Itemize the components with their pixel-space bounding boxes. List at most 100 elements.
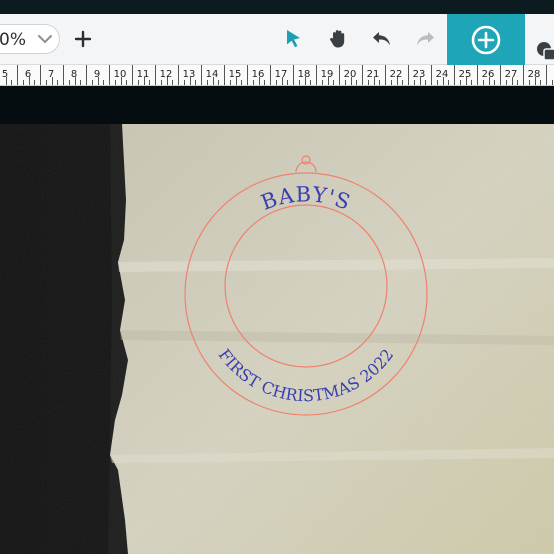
ruler-tick <box>356 80 358 85</box>
ruler-tick <box>22 80 24 85</box>
ruler-tick <box>350 77 352 85</box>
redo-icon[interactable] <box>413 27 437 51</box>
ruler-tick <box>465 77 467 85</box>
ruler-tick <box>477 65 478 85</box>
ruler-tick <box>448 80 450 85</box>
ruler-tick <box>40 65 41 85</box>
ruler-tick <box>298 80 300 85</box>
pan-hand-icon[interactable] <box>326 27 350 51</box>
ruler-tick <box>218 80 220 85</box>
ruler-tick <box>51 77 53 85</box>
ruler-tick <box>109 65 110 85</box>
ruler-tick <box>436 80 438 85</box>
ruler-tick <box>57 80 59 85</box>
ruler-tick <box>454 65 455 85</box>
ruler-tick <box>528 80 530 85</box>
ruler-tick <box>408 65 409 85</box>
ruler-tick <box>74 77 76 85</box>
ruler-tick <box>247 65 248 85</box>
horizontal-ruler: 5 6 7 8 9 10 11 12 13 14 15 16 17 18 19 20 21 22 23 24 25 26 2… <box>0 65 554 86</box>
canvas-dark-area <box>0 86 554 124</box>
ruler-tick <box>367 80 369 85</box>
ruler-tick <box>229 80 231 85</box>
ruler-tick <box>551 80 553 85</box>
ruler-tick <box>126 80 128 85</box>
zoom-select[interactable]: 0% <box>0 24 60 54</box>
ruler-tick <box>235 77 237 85</box>
ruler-tick <box>103 80 105 85</box>
ruler-tick <box>201 65 202 85</box>
ruler-tick <box>505 80 507 85</box>
ruler-tick <box>189 77 191 85</box>
ruler-tick <box>327 77 329 85</box>
ruler-tick <box>488 77 490 85</box>
ruler-tick <box>373 77 375 85</box>
ruler-tick <box>5 77 7 85</box>
ruler-tick <box>523 65 524 85</box>
ruler-tick <box>517 80 519 85</box>
ruler-tick <box>402 80 404 85</box>
ruler-tick <box>212 77 214 85</box>
ruler-tick <box>63 65 64 85</box>
ruler-tick <box>390 80 392 85</box>
ruler-tick <box>17 65 18 85</box>
ruler-tick <box>425 80 427 85</box>
select-pointer-icon[interactable] <box>282 27 306 51</box>
ruler-tick <box>86 65 87 85</box>
ruler-tick <box>183 80 185 85</box>
ruler-tick <box>166 77 168 85</box>
ruler-tick <box>494 80 496 85</box>
ruler-tick <box>534 77 536 85</box>
ruler-tick <box>178 65 179 85</box>
ruler-tick <box>120 77 122 85</box>
ruler-tick <box>482 80 484 85</box>
ruler-tick <box>258 77 260 85</box>
ruler-tick <box>339 65 340 85</box>
ruler-tick <box>511 77 513 85</box>
ruler-tick <box>333 80 335 85</box>
ruler-tick <box>195 80 197 85</box>
ruler-tick <box>206 80 208 85</box>
ruler-tick <box>137 80 139 85</box>
undo-icon[interactable] <box>370 27 394 51</box>
ruler-tick <box>80 80 82 85</box>
add-shape-button[interactable] <box>447 14 525 68</box>
ruler-tick <box>546 65 547 85</box>
ruler-tick <box>149 80 151 85</box>
ruler-tick <box>172 80 174 85</box>
ruler-tick <box>91 80 93 85</box>
ruler-tick <box>132 65 133 85</box>
ruler-tick <box>160 80 162 85</box>
ruler-tick <box>431 65 432 85</box>
ruler-tick <box>28 77 30 85</box>
ruler-tick <box>155 65 156 85</box>
canvas-image: BABY'S FIRST CHRISTMAS 2022 <box>0 124 554 554</box>
ruler-tick <box>114 80 116 85</box>
ruler-tick <box>68 80 70 85</box>
ruler-tick <box>385 65 386 85</box>
ruler-tick <box>500 65 501 85</box>
canvas-photo[interactable]: BABY'S FIRST CHRISTMAS 2022 <box>0 124 554 554</box>
ruler-tick <box>413 80 415 85</box>
ruler-tick <box>459 80 461 85</box>
ruler-tick <box>275 80 277 85</box>
ruler-tick <box>241 80 243 85</box>
ruler-tick <box>321 80 323 85</box>
layers-icon[interactable] <box>535 40 554 62</box>
zoom-value: 0% <box>0 30 26 50</box>
ruler-tick <box>304 77 306 85</box>
ruler-tick <box>97 77 99 85</box>
ruler-tick <box>471 80 473 85</box>
ruler-tick <box>442 77 444 85</box>
ruler-tick <box>252 80 254 85</box>
window-top-strip <box>0 0 554 14</box>
ruler-tick <box>362 65 363 85</box>
ruler-tick <box>287 80 289 85</box>
ruler-tick <box>310 80 312 85</box>
plus-icon[interactable] <box>72 28 94 50</box>
ruler-tick <box>270 65 271 85</box>
ruler-tick <box>344 80 346 85</box>
ruler-tick <box>379 80 381 85</box>
ruler-tick <box>293 65 294 85</box>
plus-circle-icon <box>471 25 501 55</box>
